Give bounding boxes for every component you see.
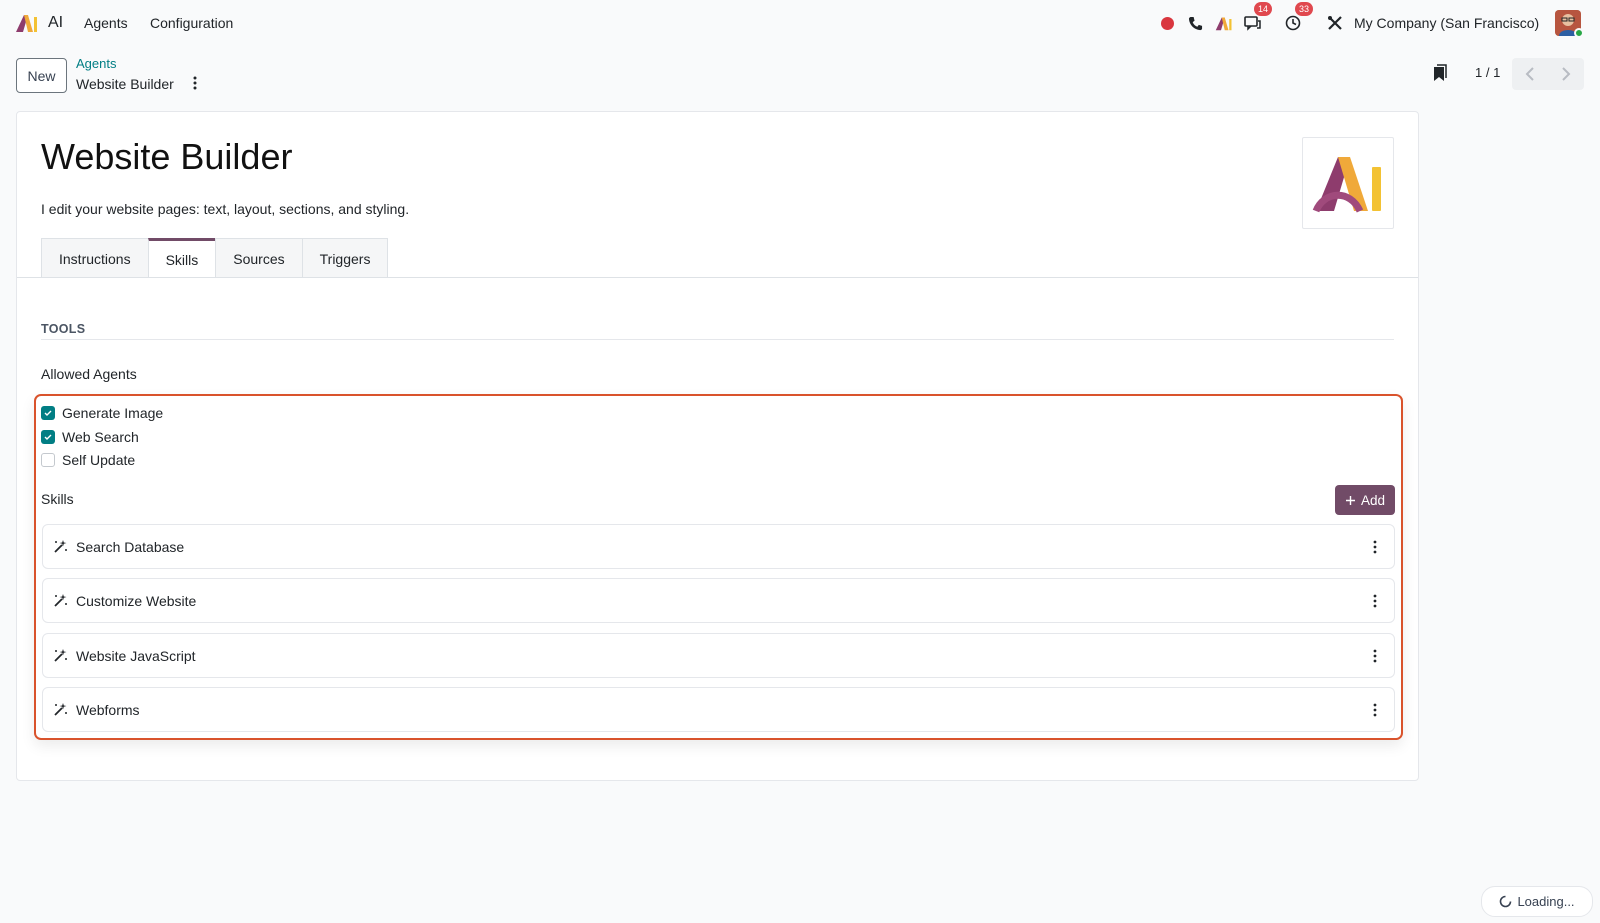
checkbox-unchecked-icon[interactable]	[41, 453, 55, 467]
skill-name: Webforms	[76, 702, 140, 718]
checkbox-label: Web Search	[62, 429, 139, 445]
ai-app-logo-icon[interactable]	[15, 13, 39, 33]
magic-wand-icon	[54, 649, 67, 662]
agent-title[interactable]: Website Builder	[41, 136, 292, 178]
spinner-icon	[1500, 895, 1512, 908]
chevron-right-icon	[1562, 67, 1571, 81]
skills-label: Skills	[41, 491, 74, 507]
menu-configuration[interactable]: Configuration	[150, 15, 233, 31]
kebab-menu-icon[interactable]	[1372, 593, 1378, 609]
skill-item-customize-website[interactable]: Customize Website	[42, 578, 1395, 623]
agent-image[interactable]	[1302, 137, 1394, 229]
kebab-menu-icon[interactable]	[1372, 648, 1378, 664]
recording-icon[interactable]	[1161, 10, 1174, 36]
skill-item-webforms[interactable]: Webforms	[42, 687, 1395, 732]
tab-skills[interactable]: Skills	[147, 238, 217, 278]
magic-wand-icon	[54, 703, 67, 716]
skill-name: Website JavaScript	[76, 648, 196, 664]
online-status-dot	[1574, 28, 1584, 38]
section-title-tools: TOOLS	[41, 322, 86, 336]
messages-icon[interactable]: 14	[1244, 2, 1273, 36]
breadcrumb-agents-link[interactable]: Agents	[76, 56, 116, 71]
section-divider	[41, 339, 1394, 340]
checkbox-label: Self Update	[62, 452, 136, 468]
checkbox-web-search[interactable]: Web Search	[41, 427, 139, 447]
kebab-menu-icon[interactable]	[1372, 539, 1378, 555]
add-button-label: Add	[1360, 492, 1386, 508]
debug-tools-icon[interactable]	[1327, 10, 1343, 36]
loading-label: Loading...	[1517, 894, 1575, 909]
activities-badge: 33	[1295, 2, 1314, 16]
pager-previous-button[interactable]	[1512, 58, 1548, 90]
company-switcher[interactable]: My Company (San Francisco)	[1354, 15, 1539, 31]
checkbox-checked-icon[interactable]	[41, 406, 55, 420]
top-navbar: AI Agents Configuration 14 33 My Company…	[0, 0, 1600, 46]
checkbox-label: Generate Image	[62, 405, 164, 421]
plus-icon	[1345, 495, 1355, 505]
checkbox-generate-image[interactable]: Generate Image	[41, 403, 163, 423]
bookmark-icon[interactable]	[1432, 64, 1448, 82]
activities-clock-icon[interactable]: 33	[1285, 2, 1314, 36]
magic-wand-icon	[54, 540, 67, 553]
tab-instructions[interactable]: Instructions	[41, 238, 149, 278]
skill-name: Search Database	[76, 539, 185, 555]
magic-wand-icon	[54, 594, 67, 607]
skill-item-search-database[interactable]: Search Database	[42, 524, 1395, 569]
skill-name: Customize Website	[76, 593, 197, 609]
skill-item-website-javascript[interactable]: Website JavaScript	[42, 633, 1395, 678]
messages-badge: 14	[1254, 2, 1273, 16]
phone-icon[interactable]	[1188, 10, 1203, 36]
pager-value[interactable]: 1 / 1	[1475, 65, 1500, 80]
loading-indicator: Loading...	[1481, 886, 1593, 917]
kebab-menu-icon[interactable]	[1372, 702, 1378, 718]
app-name[interactable]: AI	[48, 14, 63, 32]
new-button[interactable]: New	[16, 58, 67, 93]
menu-agents[interactable]: Agents	[84, 15, 128, 31]
allowed-agents-label: Allowed Agents	[41, 366, 137, 382]
agent-description[interactable]: I edit your website pages: text, layout,…	[41, 201, 409, 217]
checkbox-checked-icon[interactable]	[41, 430, 55, 444]
ai-agent-logo-icon	[1312, 157, 1381, 213]
tabs-divider	[17, 277, 1418, 278]
chevron-left-icon	[1525, 67, 1534, 81]
tab-triggers[interactable]: Triggers	[301, 238, 389, 278]
actions-kebab-icon[interactable]	[190, 75, 200, 91]
pager-next-button[interactable]	[1548, 58, 1584, 90]
form-tabs: Instructions Skills Sources Triggers	[41, 238, 389, 278]
add-skill-button[interactable]: Add	[1335, 485, 1395, 515]
ai-systray-icon[interactable]	[1215, 10, 1233, 36]
tab-sources[interactable]: Sources	[215, 238, 303, 278]
breadcrumb-current: Website Builder	[76, 76, 174, 92]
checkbox-self-update[interactable]: Self Update	[41, 450, 135, 470]
